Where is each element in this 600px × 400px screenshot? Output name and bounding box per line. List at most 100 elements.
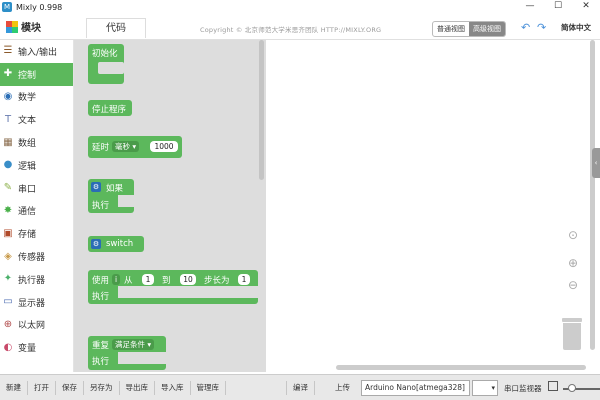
sidebar-item-4[interactable]: ▦ 数组 <box>0 131 73 154</box>
language-select[interactable]: 简体中文 <box>561 22 591 33</box>
init-block-label: 初始化 <box>92 49 118 59</box>
if-gear-icon[interactable]: ⚙ <box>91 182 101 192</box>
repeat-do-label: 执行 <box>92 357 110 367</box>
maximize-button[interactable]: ☐ <box>547 0 569 14</box>
if-do-label: 执行 <box>92 201 110 211</box>
init-block[interactable]: 初始化 <box>88 44 124 84</box>
sidebar-item-11[interactable]: ▭ 显示器 <box>0 291 73 314</box>
recenter-icon[interactable]: ⊙ <box>568 228 578 242</box>
io-icon: ☰ <box>3 45 13 57</box>
sidebar-item-label: 串口 <box>18 184 37 195</box>
sidebar-item-8[interactable]: ▣ 存储 <box>0 222 73 245</box>
sidebar-item-label: 数学 <box>18 93 37 104</box>
delay-unit-dropdown[interactable]: 毫秒 ▾ <box>112 141 140 152</box>
for-slot <box>118 286 258 298</box>
divider <box>225 380 226 395</box>
sidebar-item-label: 显示器 <box>18 298 46 309</box>
blocks-cube-icon <box>6 20 18 33</box>
sidebar-item-7[interactable]: ✸ 通信 <box>0 200 73 223</box>
save-button[interactable]: 保存 <box>56 382 83 393</box>
delay-block[interactable]: 延时 毫秒 ▾ 1000 <box>88 136 182 158</box>
workspace-canvas[interactable] <box>266 40 600 372</box>
redo-icon[interactable]: ↷ <box>537 21 546 34</box>
export-lib-button[interactable]: 导出库 <box>120 382 155 393</box>
repeat-label: 重复 <box>92 341 110 351</box>
collapse-panel-button[interactable]: ‹ <box>592 148 600 178</box>
trash-icon[interactable] <box>561 318 583 350</box>
manage-lib-button[interactable]: 管理库 <box>191 382 226 393</box>
repeat-block[interactable]: 重复 满足条件 ▾ 执行 <box>88 336 166 370</box>
for-from-field[interactable]: 1 <box>142 274 154 285</box>
delay-label: 延时 <box>92 143 110 153</box>
sidebar-item-10[interactable]: ✦ 执行器 <box>0 268 73 291</box>
for-use-label: 使用 <box>92 276 110 286</box>
switch-block[interactable]: ⚙ switch <box>88 236 144 252</box>
app-icon: M <box>2 2 12 12</box>
undo-icon[interactable]: ↶ <box>521 21 530 34</box>
for-to-label: 到 <box>162 276 171 286</box>
comm-icon: ✸ <box>3 204 13 216</box>
tab-code[interactable]: 代码 <box>86 18 146 38</box>
stop-program-block[interactable]: 停止程序 <box>88 100 132 116</box>
serial-monitor-button[interactable]: 串口监视器 <box>504 383 542 394</box>
zoom-in-icon[interactable]: ⊕ <box>568 256 578 270</box>
repeat-slot <box>118 352 166 364</box>
sidebar-item-12[interactable]: ⊕ 以太网 <box>0 314 73 337</box>
zoom-slider-knob[interactable] <box>568 384 576 392</box>
window-title: Mixly 0.998 <box>16 2 63 12</box>
block-flyout: 初始化 停止程序 延时 毫秒 ▾ 1000 ⚙ 如果 执行 ⚙ switch 使… <box>74 40 266 372</box>
minimize-button[interactable]: — <box>519 0 541 14</box>
flyout-scrollbar[interactable] <box>259 40 264 180</box>
switch-gear-icon[interactable]: ⚙ <box>91 239 101 249</box>
save-as-button[interactable]: 另存为 <box>84 382 119 393</box>
zoom-out-icon[interactable]: ⊖ <box>568 278 578 292</box>
sidebar-item-6[interactable]: ✎ 串口 <box>0 177 73 200</box>
sidebar-item-2[interactable]: ◉ 数学 <box>0 86 73 109</box>
sidebar-item-label: 通信 <box>18 207 37 218</box>
storage-icon: ▣ <box>3 227 13 239</box>
repeat-cond-dropdown[interactable]: 满足条件 ▾ <box>112 339 155 350</box>
sidebar-item-label: 以太网 <box>18 321 46 332</box>
blocks-title: 模块 <box>21 23 41 34</box>
array-icon: ▦ <box>3 136 13 148</box>
divider <box>314 380 315 395</box>
close-button[interactable]: ✕ <box>575 0 597 14</box>
board-select[interactable]: Arduino Nano[atmega328] <box>361 380 470 396</box>
for-loop-block[interactable]: 使用 i 从 1 到 10 步长为 1 执行 <box>88 270 258 304</box>
for-to-field[interactable]: 10 <box>180 274 196 285</box>
advanced-view-button[interactable]: 高级视图 <box>469 22 505 36</box>
bottom-toolbar: 新建 打开 保存 另存为 导出库 导入库 管理库 编译 上传 Arduino N… <box>0 374 600 400</box>
canvas-horizontal-scrollbar[interactable] <box>336 365 586 370</box>
switch-label: switch <box>106 239 134 249</box>
monitor-square-icon[interactable] <box>548 381 558 391</box>
sidebar-item-13[interactable]: ◐ 变量 <box>0 336 73 359</box>
import-lib-button[interactable]: 导入库 <box>155 382 190 393</box>
sidebar-item-9[interactable]: ◈ 传感器 <box>0 245 73 268</box>
compile-button[interactable]: 编译 <box>287 382 314 393</box>
category-sidebar: ☰ 输入/输出 ✚ 控制 ◉ 数学 T 文本 ▦ 数组 ● 逻辑 ✎ 串口 ✸ 通信 ▣ 存储 ◈ 传感器 ✦ 执行器 ▭ 显… <box>0 40 74 372</box>
open-button[interactable]: 打开 <box>28 382 55 393</box>
port-select[interactable]: ▾ <box>472 380 498 396</box>
sidebar-item-label: 数组 <box>18 139 37 150</box>
top-toolbar: 模块 代码 Copyright © 北京师范大学米思齐团队 HTTP://MIX… <box>0 14 600 40</box>
math-icon: ◉ <box>3 90 13 102</box>
if-label: 如果 <box>106 184 124 194</box>
canvas-vertical-scrollbar[interactable] <box>590 40 595 350</box>
new-button[interactable]: 新建 <box>0 382 27 393</box>
sidebar-item-label: 执行器 <box>18 275 46 286</box>
sidebar-item-3[interactable]: T 文本 <box>0 108 73 131</box>
sidebar-item-1[interactable]: ✚ 控制 <box>0 62 73 86</box>
sidebar-item-0[interactable]: ☰ 输入/输出 <box>0 40 73 63</box>
sidebar-item-label: 文本 <box>18 116 37 127</box>
normal-view-button[interactable]: 普通视图 <box>433 22 469 36</box>
for-var-dropdown[interactable]: i <box>112 274 121 285</box>
delay-value-field[interactable]: 1000 <box>150 141 178 152</box>
upload-button[interactable]: 上传 <box>329 382 356 393</box>
if-block[interactable]: ⚙ 如果 执行 <box>88 179 134 213</box>
logic-icon: ● <box>3 159 13 171</box>
sidebar-item-5[interactable]: ● 逻辑 <box>0 154 73 177</box>
delay-unit-text: 毫秒 <box>115 142 130 151</box>
gamepad-icon: ✚ <box>3 68 13 80</box>
for-step-field[interactable]: 1 <box>238 274 250 285</box>
sidebar-item-label: 逻辑 <box>18 161 37 172</box>
